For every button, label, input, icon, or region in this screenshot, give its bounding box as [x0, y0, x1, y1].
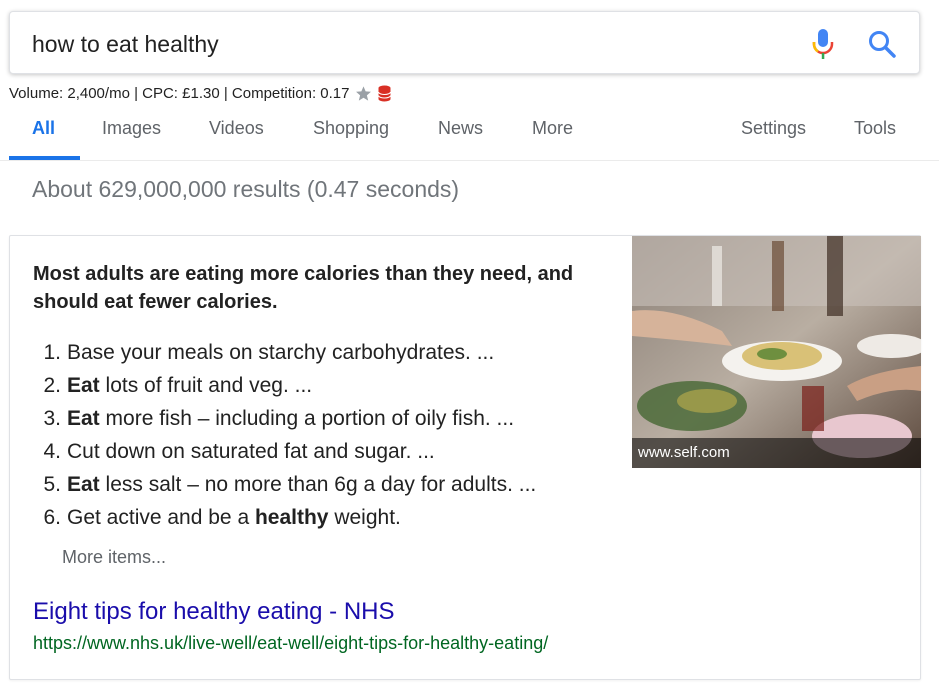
search-box	[9, 11, 920, 74]
list-item: 1. Base your meals on starchy carbohydrat…	[43, 341, 495, 364]
snippet-heading: Most adults are eating more calories tha…	[33, 263, 574, 313]
image-source-caption: www.self.com	[632, 438, 921, 468]
keyword-stats-text: Volume: 2,400/mo | CPC: £1.30 | Competit…	[9, 84, 350, 102]
result-url: https://www.nhs.uk/live-well/eat-well/ei…	[33, 633, 549, 653]
list-item: 4. Cut down on saturated fat and sugar. .…	[43, 440, 435, 463]
tab-shopping[interactable]: Shopping	[313, 118, 389, 139]
search-input[interactable]	[32, 28, 772, 60]
more-items-link[interactable]: More items...	[62, 547, 166, 568]
database-icon[interactable]	[378, 85, 392, 102]
mic-icon[interactable]	[810, 28, 836, 60]
keyword-stats-bar: Volume: 2,400/mo | CPC: £1.30 | Competit…	[9, 83, 392, 103]
tab-all[interactable]: All	[32, 118, 55, 139]
food-photo	[632, 236, 921, 468]
result-stats: About 629,000,000 results (0.47 seconds)	[32, 176, 460, 202]
featured-snippet: Most adults are eating more calories tha…	[9, 235, 921, 680]
tab-settings[interactable]: Settings	[741, 118, 806, 139]
list-item: 3. Eat more fish – including a portion of…	[43, 407, 515, 430]
list-item: 6. Get active and be a healthy weight.	[43, 506, 401, 529]
result-title-link[interactable]: Eight tips for healthy eating - NHS	[33, 598, 395, 626]
star-icon[interactable]	[355, 85, 372, 102]
snippet-list: 1. Base your meals on starchy carbohydrat…	[33, 336, 536, 534]
active-tab-indicator	[9, 156, 80, 160]
tab-videos[interactable]: Videos	[209, 118, 264, 139]
tab-news[interactable]: News	[438, 118, 483, 139]
search-icon[interactable]	[867, 29, 897, 59]
list-item: 2. Eat lots of fruit and veg. ...	[43, 374, 313, 397]
tab-images[interactable]: Images	[102, 118, 161, 139]
list-item: 5. Eat less salt – no more than 6g a day …	[43, 473, 537, 496]
snippet-image[interactable]: www.self.com	[632, 236, 921, 468]
tab-more[interactable]: More	[532, 118, 573, 139]
tab-tools[interactable]: Tools	[854, 118, 896, 139]
search-tabs: All Images Videos Shopping News More Set…	[0, 104, 939, 161]
